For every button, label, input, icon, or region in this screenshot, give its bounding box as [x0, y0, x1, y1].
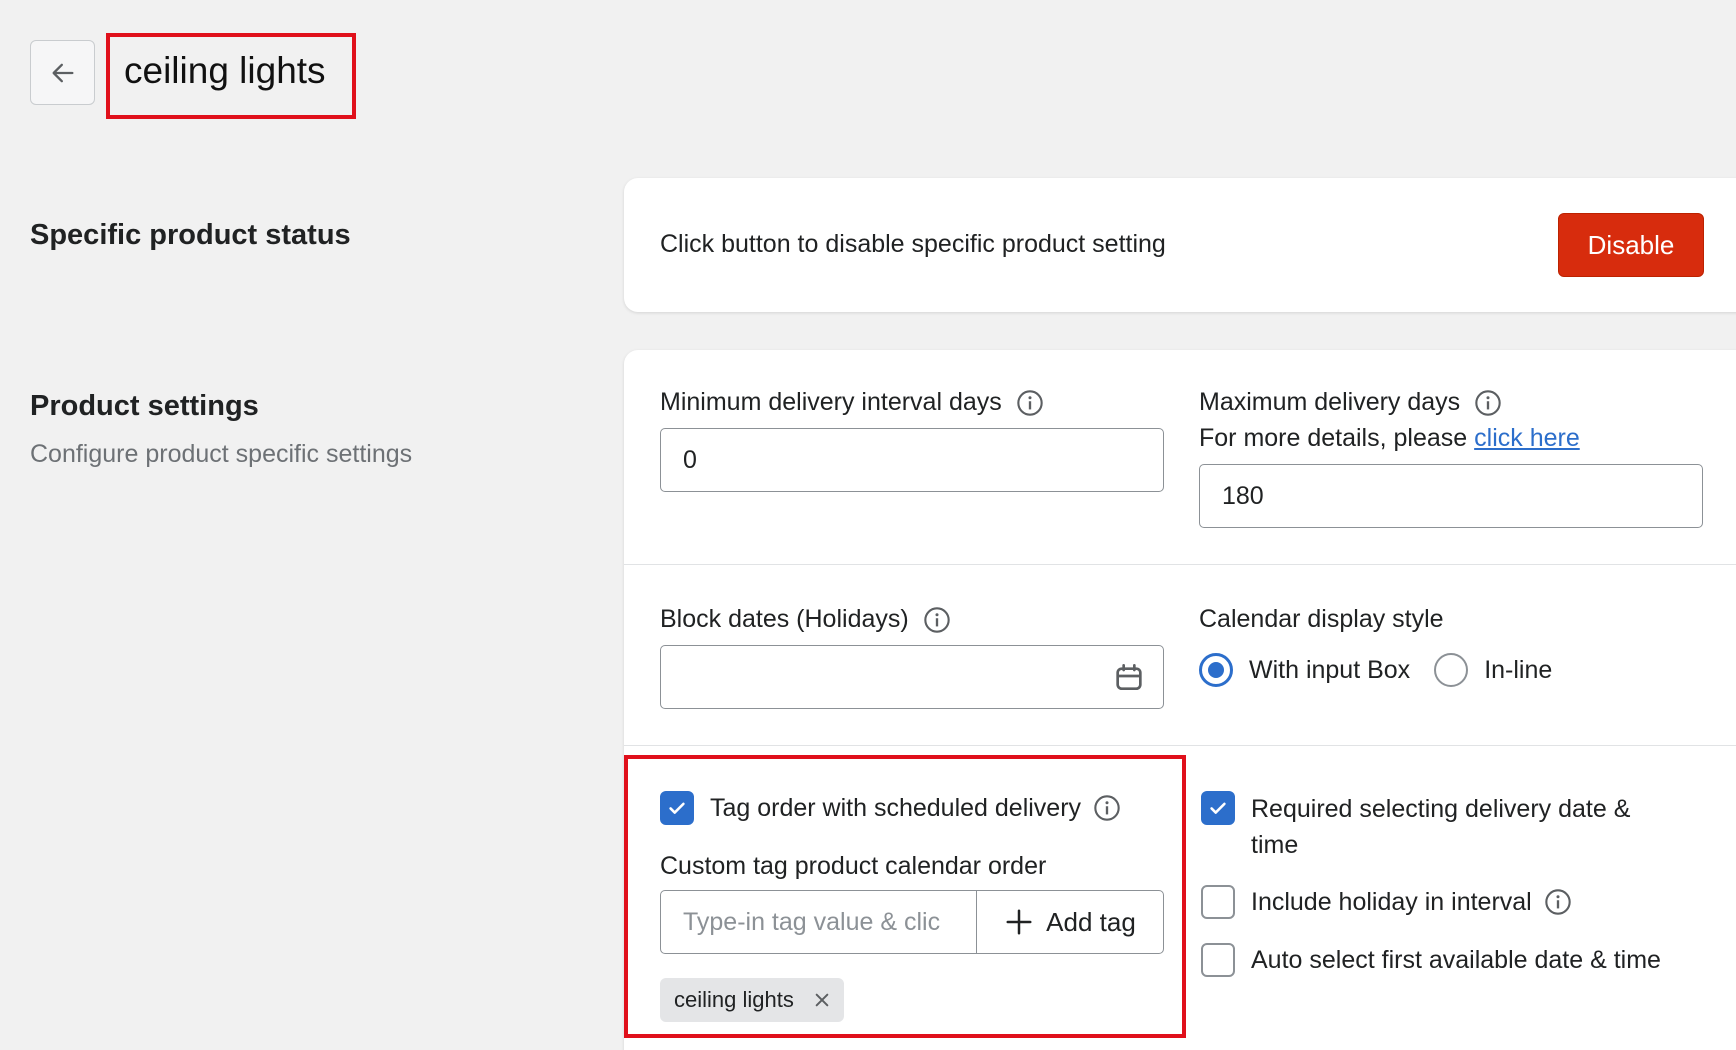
max-days-label: Maximum delivery days [1199, 388, 1461, 416]
required-label-line2: time [1251, 831, 1299, 859]
close-icon[interactable] [814, 992, 830, 1008]
plus-icon [1006, 909, 1032, 935]
max-days-label-row: Maximum delivery days [1199, 388, 1502, 417]
add-tag-label: Add tag [1046, 906, 1136, 937]
required-label-line1: Required selecting delivery date & [1251, 795, 1631, 823]
radio-label-in-line: In-line [1484, 655, 1553, 684]
click-here-link[interactable]: click here [1474, 424, 1580, 452]
block-dates-label-row: Block dates (Holidays) [660, 605, 951, 634]
auto-select-row: Auto select first available date & time [1201, 943, 1661, 977]
info-icon[interactable] [1474, 389, 1502, 417]
checkmark-icon [1210, 802, 1226, 814]
block-dates-input[interactable] [660, 645, 1164, 709]
tag-order-checkbox[interactable] [660, 791, 694, 825]
settings-section-heading: Product settings [30, 390, 259, 422]
min-interval-label: Minimum delivery interval days [660, 388, 1002, 416]
info-icon[interactable] [1093, 794, 1121, 822]
min-interval-label-row: Minimum delivery interval days [660, 388, 1044, 417]
max-days-details: For more details, please click here [1199, 424, 1580, 453]
custom-tag-label: Custom tag product calendar order [660, 852, 1047, 880]
include-holiday-checkbox[interactable] [1201, 885, 1235, 919]
info-icon[interactable] [923, 606, 951, 634]
min-interval-input[interactable]: 0 [660, 428, 1164, 492]
calendar-style-label: Calendar display style [1199, 605, 1444, 633]
tag-input[interactable]: Type-in tag value & clic [661, 891, 977, 953]
disable-button[interactable]: Disable [1558, 213, 1704, 277]
auto-select-label: Auto select first available date & time [1251, 945, 1661, 974]
checkmark-icon [669, 802, 685, 814]
include-holiday-row: Include holiday in interval [1201, 885, 1572, 919]
tag-chip-label: ceiling lights [674, 987, 794, 1012]
required-option-row: Required selecting delivery date & time [1201, 791, 1630, 863]
page-title: ceiling lights [124, 50, 326, 91]
status-description: Click button to disable specific product… [660, 230, 1166, 258]
status-section-heading: Specific product status [30, 219, 351, 251]
add-tag-button[interactable]: Add tag [977, 891, 1163, 953]
max-days-details-text: For more details, please [1199, 424, 1468, 452]
radio-label-with-input-box: With input Box [1249, 655, 1411, 684]
radio-in-line[interactable] [1434, 653, 1469, 687]
info-icon[interactable] [1544, 888, 1572, 916]
settings-section-subheading: Configure product specific settings [30, 440, 413, 468]
tag-input-group: Type-in tag value & clic Add tag [660, 890, 1164, 954]
divider [624, 745, 1736, 746]
max-days-input[interactable]: 180 [1199, 464, 1703, 528]
arrow-left-icon [52, 63, 74, 82]
calendar-icon[interactable] [1113, 662, 1145, 694]
tag-order-label: Tag order with scheduled delivery [710, 793, 1082, 822]
radio-with-input-box[interactable] [1199, 653, 1233, 687]
auto-select-checkbox[interactable] [1201, 943, 1235, 977]
tag-order-row: Tag order with scheduled delivery [660, 791, 1121, 825]
required-checkbox[interactable] [1201, 791, 1235, 825]
tag-chip: ceiling lights [660, 978, 844, 1022]
calendar-style-radio-group: With input Box In-line [1199, 653, 1552, 687]
include-holiday-label: Include holiday in interval [1251, 887, 1532, 916]
info-icon[interactable] [1016, 389, 1044, 417]
required-label: Required selecting delivery date & time [1251, 791, 1630, 863]
divider [624, 564, 1736, 565]
block-dates-label: Block dates (Holidays) [660, 605, 909, 633]
back-button[interactable] [30, 40, 95, 105]
